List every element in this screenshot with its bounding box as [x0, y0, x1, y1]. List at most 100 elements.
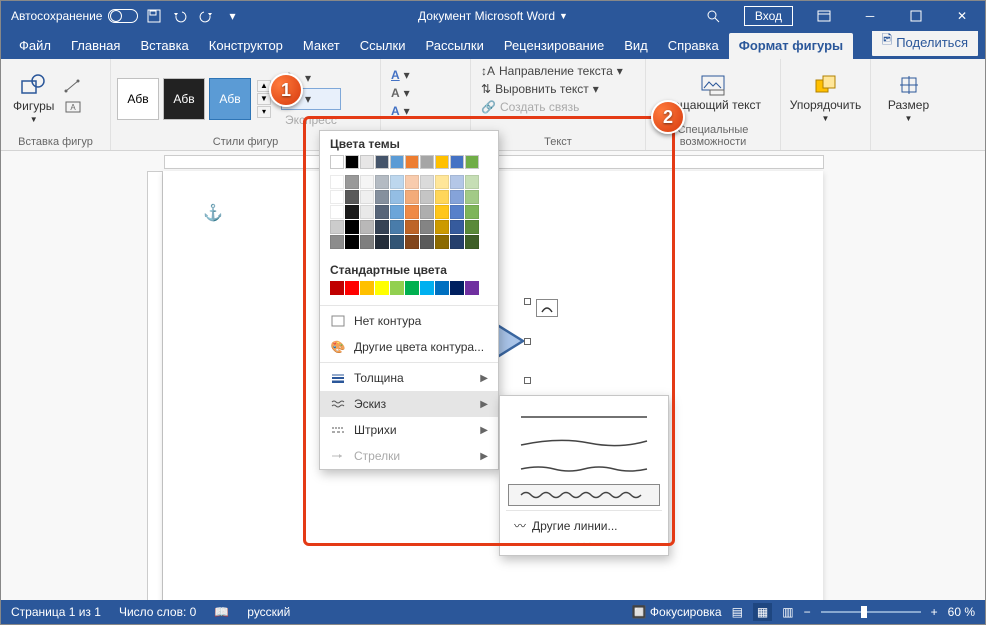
- tab-layout[interactable]: Макет: [293, 33, 350, 59]
- zoom-in-icon[interactable]: +: [931, 605, 938, 619]
- theme-shade-swatch[interactable]: [390, 205, 404, 219]
- standard-color-swatch[interactable]: [390, 281, 404, 295]
- layout-options-icon[interactable]: [536, 299, 558, 317]
- theme-shade-swatch[interactable]: [345, 220, 359, 234]
- theme-shade-swatch[interactable]: [435, 190, 449, 204]
- standard-color-swatch[interactable]: [375, 281, 389, 295]
- theme-shade-swatch[interactable]: [465, 220, 479, 234]
- style-preset-3[interactable]: Абв: [209, 78, 251, 120]
- theme-color-swatch[interactable]: [375, 155, 389, 169]
- zoom-out-icon[interactable]: −: [804, 605, 811, 619]
- login-button[interactable]: Вход: [744, 6, 793, 26]
- theme-shade-swatch[interactable]: [360, 220, 374, 234]
- no-outline-item[interactable]: Нет контура: [320, 308, 498, 334]
- size-button[interactable]: Размер▼: [882, 72, 935, 125]
- theme-shade-swatch[interactable]: [435, 220, 449, 234]
- tab-references[interactable]: Ссылки: [350, 33, 416, 59]
- theme-shade-swatch[interactable]: [390, 235, 404, 249]
- wordart-effects-icon[interactable]: A ▾: [387, 103, 414, 119]
- theme-color-swatch[interactable]: [360, 155, 374, 169]
- qat-dropdown-icon[interactable]: ▾: [222, 6, 242, 26]
- edit-shape-icon[interactable]: [64, 79, 84, 98]
- theme-shade-swatch[interactable]: [405, 220, 419, 234]
- sketch-option-2[interactable]: [508, 432, 660, 454]
- zoom-slider[interactable]: [821, 611, 921, 613]
- sketch-item[interactable]: Эскиз▶: [320, 391, 498, 417]
- theme-shade-swatch[interactable]: [390, 220, 404, 234]
- theme-shade-swatch[interactable]: [375, 205, 389, 219]
- zoom-level[interactable]: 60 %: [948, 605, 975, 619]
- theme-shade-swatch[interactable]: [345, 205, 359, 219]
- theme-shade-swatch[interactable]: [375, 235, 389, 249]
- theme-shade-swatch[interactable]: [375, 190, 389, 204]
- align-text-button[interactable]: ⇅ Выровнить текст ▾: [477, 81, 603, 97]
- resize-handle-se[interactable]: [524, 377, 531, 384]
- arrange-button[interactable]: Упорядочить▼: [784, 72, 867, 125]
- theme-color-swatch[interactable]: [465, 155, 479, 169]
- theme-shade-swatch[interactable]: [405, 175, 419, 189]
- theme-shade-swatch[interactable]: [465, 175, 479, 189]
- theme-shade-swatch[interactable]: [375, 175, 389, 189]
- theme-shade-swatch[interactable]: [450, 235, 464, 249]
- redo-icon[interactable]: [196, 6, 216, 26]
- style-preset-2[interactable]: Абв: [163, 78, 205, 120]
- standard-color-swatch[interactable]: [420, 281, 434, 295]
- sketch-option-4[interactable]: [508, 484, 660, 506]
- theme-shade-swatch[interactable]: [330, 205, 344, 219]
- theme-shade-swatch[interactable]: [465, 205, 479, 219]
- share-button[interactable]: 🖻Поделиться: [871, 27, 979, 57]
- dashes-item[interactable]: Штрихи▶: [320, 417, 498, 443]
- status-word-count[interactable]: Число слов: 0: [119, 605, 196, 619]
- focus-mode-button[interactable]: 🔲 Фокусировка: [632, 605, 722, 619]
- theme-shade-swatch[interactable]: [450, 190, 464, 204]
- theme-shade-swatch[interactable]: [420, 235, 434, 249]
- theme-shade-swatch[interactable]: [435, 205, 449, 219]
- standard-color-swatch[interactable]: [405, 281, 419, 295]
- status-page[interactable]: Страница 1 из 1: [11, 605, 101, 619]
- tab-file[interactable]: Файл: [9, 33, 61, 59]
- theme-shade-swatch[interactable]: [330, 220, 344, 234]
- theme-shade-swatch[interactable]: [435, 235, 449, 249]
- vertical-ruler[interactable]: [147, 171, 163, 600]
- minimize-icon[interactable]: ─: [847, 1, 893, 31]
- theme-shade-swatch[interactable]: [345, 190, 359, 204]
- theme-shade-swatch[interactable]: [435, 175, 449, 189]
- theme-shade-swatch[interactable]: [360, 235, 374, 249]
- view-web-icon[interactable]: ▥: [782, 605, 793, 619]
- theme-color-swatch[interactable]: [345, 155, 359, 169]
- theme-shade-swatch[interactable]: [360, 190, 374, 204]
- theme-shade-swatch[interactable]: [405, 205, 419, 219]
- theme-shade-swatch[interactable]: [420, 205, 434, 219]
- status-language[interactable]: русский: [247, 605, 290, 619]
- resize-handle-ne[interactable]: [524, 298, 531, 305]
- shapes-button[interactable]: Фигуры▼: [7, 71, 60, 126]
- ribbon-mode-icon[interactable]: [801, 1, 847, 31]
- theme-shade-swatch[interactable]: [465, 190, 479, 204]
- tab-insert[interactable]: Вставка: [130, 33, 198, 59]
- resize-handle-e[interactable]: [524, 338, 531, 345]
- tab-help[interactable]: Справка: [658, 33, 729, 59]
- theme-shade-swatch[interactable]: [390, 175, 404, 189]
- tab-review[interactable]: Рецензирование: [494, 33, 614, 59]
- theme-shade-swatch[interactable]: [375, 220, 389, 234]
- wordart-fill-icon[interactable]: A ▾: [387, 67, 414, 83]
- theme-shade-swatch[interactable]: [420, 220, 434, 234]
- style-gallery-more-icon[interactable]: ▾: [257, 106, 271, 118]
- theme-shade-swatch[interactable]: [360, 175, 374, 189]
- undo-icon[interactable]: [170, 6, 190, 26]
- theme-color-swatch[interactable]: [405, 155, 419, 169]
- style-preset-1[interactable]: Абв: [117, 78, 159, 120]
- theme-shade-swatch[interactable]: [330, 175, 344, 189]
- close-icon[interactable]: ✕: [939, 1, 985, 31]
- theme-shade-swatch[interactable]: [330, 235, 344, 249]
- theme-color-swatch[interactable]: [390, 155, 404, 169]
- shape-effects-button[interactable]: Экспресс: [281, 112, 341, 128]
- flyout-resize-grip[interactable]: · · ·: [506, 536, 662, 549]
- tab-view[interactable]: Вид: [614, 33, 658, 59]
- tab-mailings[interactable]: Рассылки: [415, 33, 493, 59]
- standard-color-swatch[interactable]: [360, 281, 374, 295]
- standard-color-swatch[interactable]: [450, 281, 464, 295]
- view-read-icon[interactable]: ▤: [732, 605, 743, 619]
- theme-shade-swatch[interactable]: [450, 205, 464, 219]
- theme-shade-swatch[interactable]: [420, 190, 434, 204]
